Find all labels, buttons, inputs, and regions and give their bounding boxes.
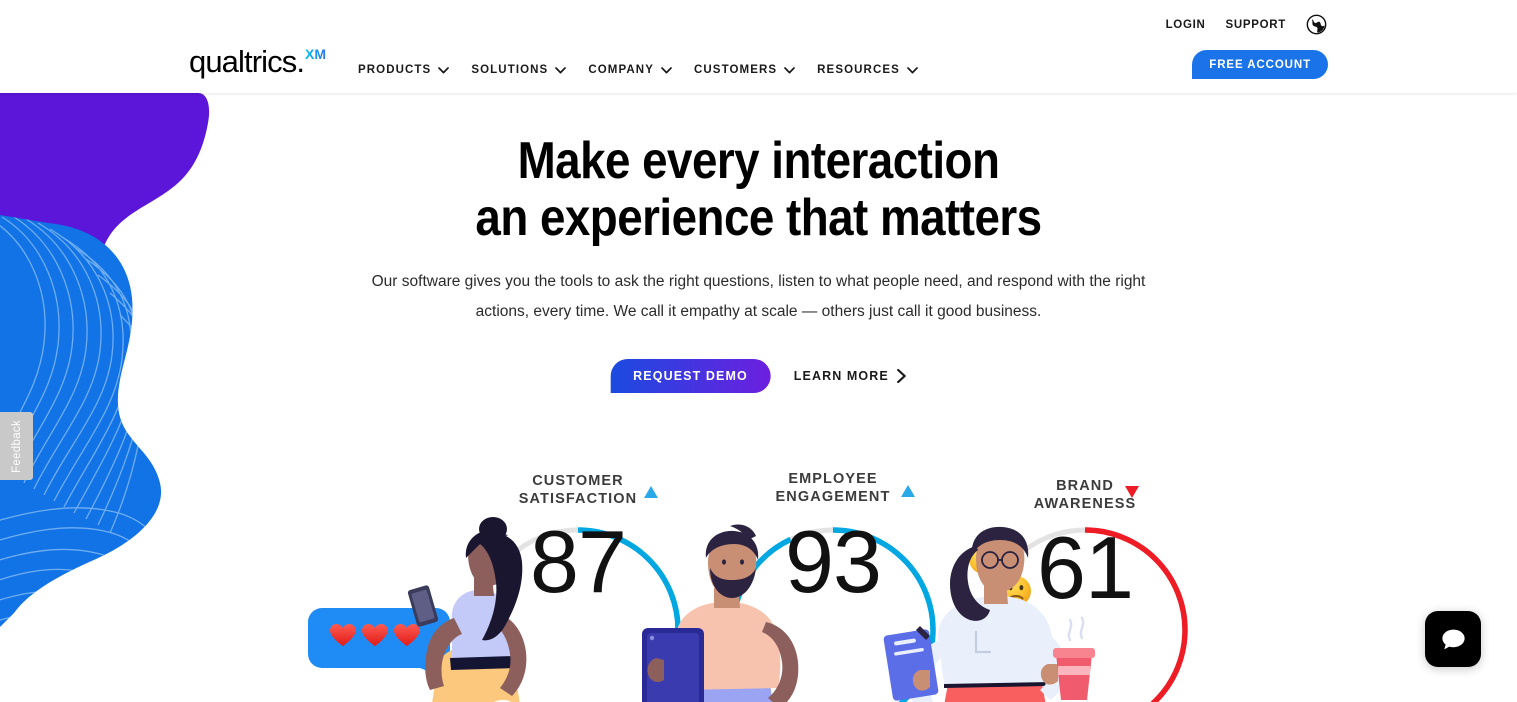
gauge-value-2: 93 (785, 512, 881, 611)
login-link[interactable]: LOGIN (1166, 19, 1206, 31)
free-account-button[interactable]: FREE ACCOUNT (1192, 50, 1328, 79)
gauge-label-1-line1: CUSTOMER (532, 473, 624, 489)
site-header: qualtrics. XM PRODUCTS SOLUTIONS COMPANY (0, 0, 1517, 93)
logo-xm-superscript: XM (305, 46, 327, 62)
gauge-label-2-line1: EMPLOYEE (788, 471, 877, 487)
chat-bubble-icon (1441, 629, 1465, 649)
triangle-up-icon (901, 485, 915, 497)
chevron-down-icon (555, 66, 567, 73)
gauge-value-1: 87 (530, 512, 626, 611)
nav-item-products[interactable]: PRODUCTS (358, 64, 450, 76)
nav-label: CUSTOMERS (693, 64, 778, 76)
headline-line-2: an experience that matters (475, 189, 1042, 247)
learn-more-label: LEARN MORE (793, 369, 889, 383)
support-link[interactable]: SUPPORT (1226, 19, 1287, 31)
qualtrics-homepage: Feedback Make every interaction an exper… (0, 0, 1517, 702)
learn-more-link[interactable]: LEARN MORE (794, 369, 907, 383)
gauge-value-3: 61 (1037, 518, 1133, 617)
utility-navigation: LOGIN SUPPORT (1166, 14, 1327, 35)
hero-cta-row: REQUEST DEMO LEARN MORE (610, 359, 907, 393)
hero-subheadline: Our software gives you the tools to ask … (371, 273, 1146, 320)
logo-wordmark: qualtrics. (189, 44, 305, 79)
feedback-tab[interactable]: Feedback (0, 412, 33, 480)
chevron-down-icon (661, 66, 672, 73)
gauge-label-3-line2: AWARENESS (1034, 496, 1137, 512)
main-navigation: PRODUCTS SOLUTIONS COMPANY CUSTOMERS RES… (358, 64, 918, 76)
nav-label: PRODUCTS (358, 64, 432, 76)
nav-label: RESOURCES (817, 64, 900, 76)
headline-line-1: Make every interaction (517, 132, 1000, 190)
request-demo-button[interactable]: REQUEST DEMO (610, 359, 771, 393)
triangle-up-icon (644, 486, 658, 498)
nav-item-solutions[interactable]: SOLUTIONS (471, 64, 567, 76)
nav-item-company[interactable]: COMPANY (588, 64, 672, 76)
person-with-phone-illustration (407, 517, 527, 702)
experience-metrics-illustration: CUSTOMER SATISFACTION 87 EMPLOYEE ENGAGE… (300, 426, 1200, 702)
gauge-label-2-line2: ENGAGEMENT (776, 489, 891, 505)
feedback-tab-label: Feedback (10, 419, 23, 473)
chat-launcher-button[interactable] (1425, 611, 1481, 667)
chevron-down-icon (784, 66, 796, 73)
chevron-down-icon (907, 66, 918, 73)
chevron-right-icon (897, 369, 906, 383)
qualtrics-logo[interactable]: qualtrics. XM (189, 46, 326, 77)
gauge-label-1-line2: SATISFACTION (519, 491, 637, 507)
nav-item-resources[interactable]: RESOURCES (817, 64, 918, 76)
page-title: Make every interaction an experience tha… (91, 133, 1426, 247)
chevron-down-icon (438, 66, 450, 73)
nav-label: SOLUTIONS (471, 64, 549, 76)
nav-item-customers[interactable]: CUSTOMERS (693, 64, 796, 76)
nav-label: COMPANY (588, 64, 654, 76)
hero-section: Make every interaction an experience tha… (0, 93, 1517, 702)
gauge-label-3-line1: BRAND (1056, 478, 1114, 494)
globe-icon[interactable] (1306, 14, 1327, 35)
